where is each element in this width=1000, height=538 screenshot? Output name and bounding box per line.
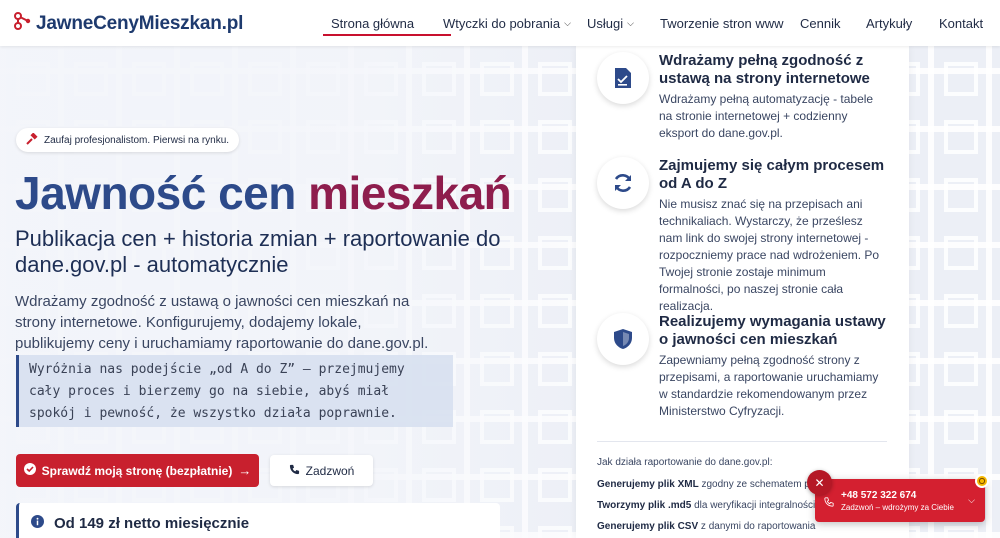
feature-title: Realizujemy wymagania ustawy o jawności … <box>659 313 886 348</box>
phone-icon <box>289 464 300 478</box>
hero-description: Wdrażamy zgodność z ustawą o jawności ce… <box>15 293 429 352</box>
call-widget-phone: +48 572 322 674 <box>841 490 917 501</box>
logo-text: JawneCenyMieszkan.pl <box>36 12 244 34</box>
hero-quote: Wyróżnia nas podejście „od A do Z” — prz… <box>16 355 453 427</box>
notification-badge-icon <box>975 474 989 488</box>
main-nav: Strona główna Wtyczki do pobrania ⌵ Usług… <box>323 0 999 46</box>
chevron-down-icon[interactable]: ⌵ <box>968 495 975 506</box>
check-circle-icon <box>23 463 36 478</box>
phone-icon <box>824 494 834 512</box>
info-icon <box>31 514 44 532</box>
call-button[interactable]: Zadzwoń <box>270 455 373 486</box>
close-icon[interactable]: ✕ <box>807 470 832 495</box>
howto-line: Generujemy plik CSV z danymi do raportow… <box>597 521 816 532</box>
refresh-icon <box>597 157 649 209</box>
feature-title: Zajmujemy się całym procesem od A do Z <box>659 157 885 192</box>
howto-title: Jak działa raportowanie do dane.gov.pl: <box>597 457 773 468</box>
feature-text: Wdrażamy pełną automatyzację - tabele na… <box>659 92 874 140</box>
trust-badge: Zaufaj profesjonalistom. Pierwsi na rynk… <box>16 128 240 152</box>
nav-item-pricing[interactable]: Cennik <box>800 0 866 46</box>
pattern-square <box>944 178 978 212</box>
chevron-down-icon: ⌵ <box>627 17 634 28</box>
arrow-right-icon: → <box>238 463 252 478</box>
shield-icon <box>597 313 649 365</box>
pattern-square <box>944 236 978 270</box>
logo-icon <box>14 12 32 35</box>
feature-text: Nie musisz znać się na przepisach ani te… <box>659 197 880 313</box>
call-widget-subtitle: Zadzwoń – wdrożymy za Ciebie <box>841 503 954 512</box>
nav-item-plugins[interactable]: Wtyczki do pobrania ⌵ <box>443 0 587 46</box>
pattern-square <box>944 352 978 386</box>
pattern-square <box>944 410 978 444</box>
feature-text: Zapewniamy pełną zgodność strony z przep… <box>659 353 879 418</box>
badge-text: Zaufaj profesjonalistom. Pierwsi na rynk… <box>44 134 230 146</box>
pattern-square <box>944 526 978 538</box>
hero-subtitle: Publikacja cen + historia zmian + raport… <box>15 226 501 277</box>
logo[interactable]: JawneCenyMieszkan.pl <box>14 12 243 35</box>
divider <box>597 441 887 442</box>
chevron-down-icon: ⌵ <box>564 17 571 28</box>
nav-item-articles[interactable]: Artykuły <box>866 0 939 46</box>
pattern-square <box>944 294 978 328</box>
nav-item-services[interactable]: Usługi ⌵ <box>587 0 660 46</box>
feature-title: Wdrażamy pełną zgodność z ustawą na stro… <box>659 52 870 87</box>
pattern-square <box>944 62 978 96</box>
pattern-square <box>944 120 978 154</box>
price-info: Od 149 zł netto miesięcznie <box>16 503 500 538</box>
nav-item-contact[interactable]: Kontakt <box>939 0 999 46</box>
check-site-button[interactable]: Sprawdź moją stronę (bezpłatnie) → <box>16 454 259 487</box>
nav-item-home[interactable]: Strona główna <box>323 0 451 46</box>
features-panel: Wdrażamy pełną zgodność z ustawą na stro… <box>576 46 909 538</box>
nav-item-websites[interactable]: Tworzenie stron www <box>660 0 800 46</box>
site-header: JawneCenyMieszkan.pl Strona główna Wtycz… <box>0 0 1000 46</box>
hero-title: Jawność cen mieszkań <box>15 167 512 219</box>
call-widget[interactable]: +48 572 322 674 Zadzwoń – wdrożymy za Ci… <box>815 479 985 522</box>
hammer-icon <box>26 131 38 148</box>
document-icon <box>597 52 649 104</box>
